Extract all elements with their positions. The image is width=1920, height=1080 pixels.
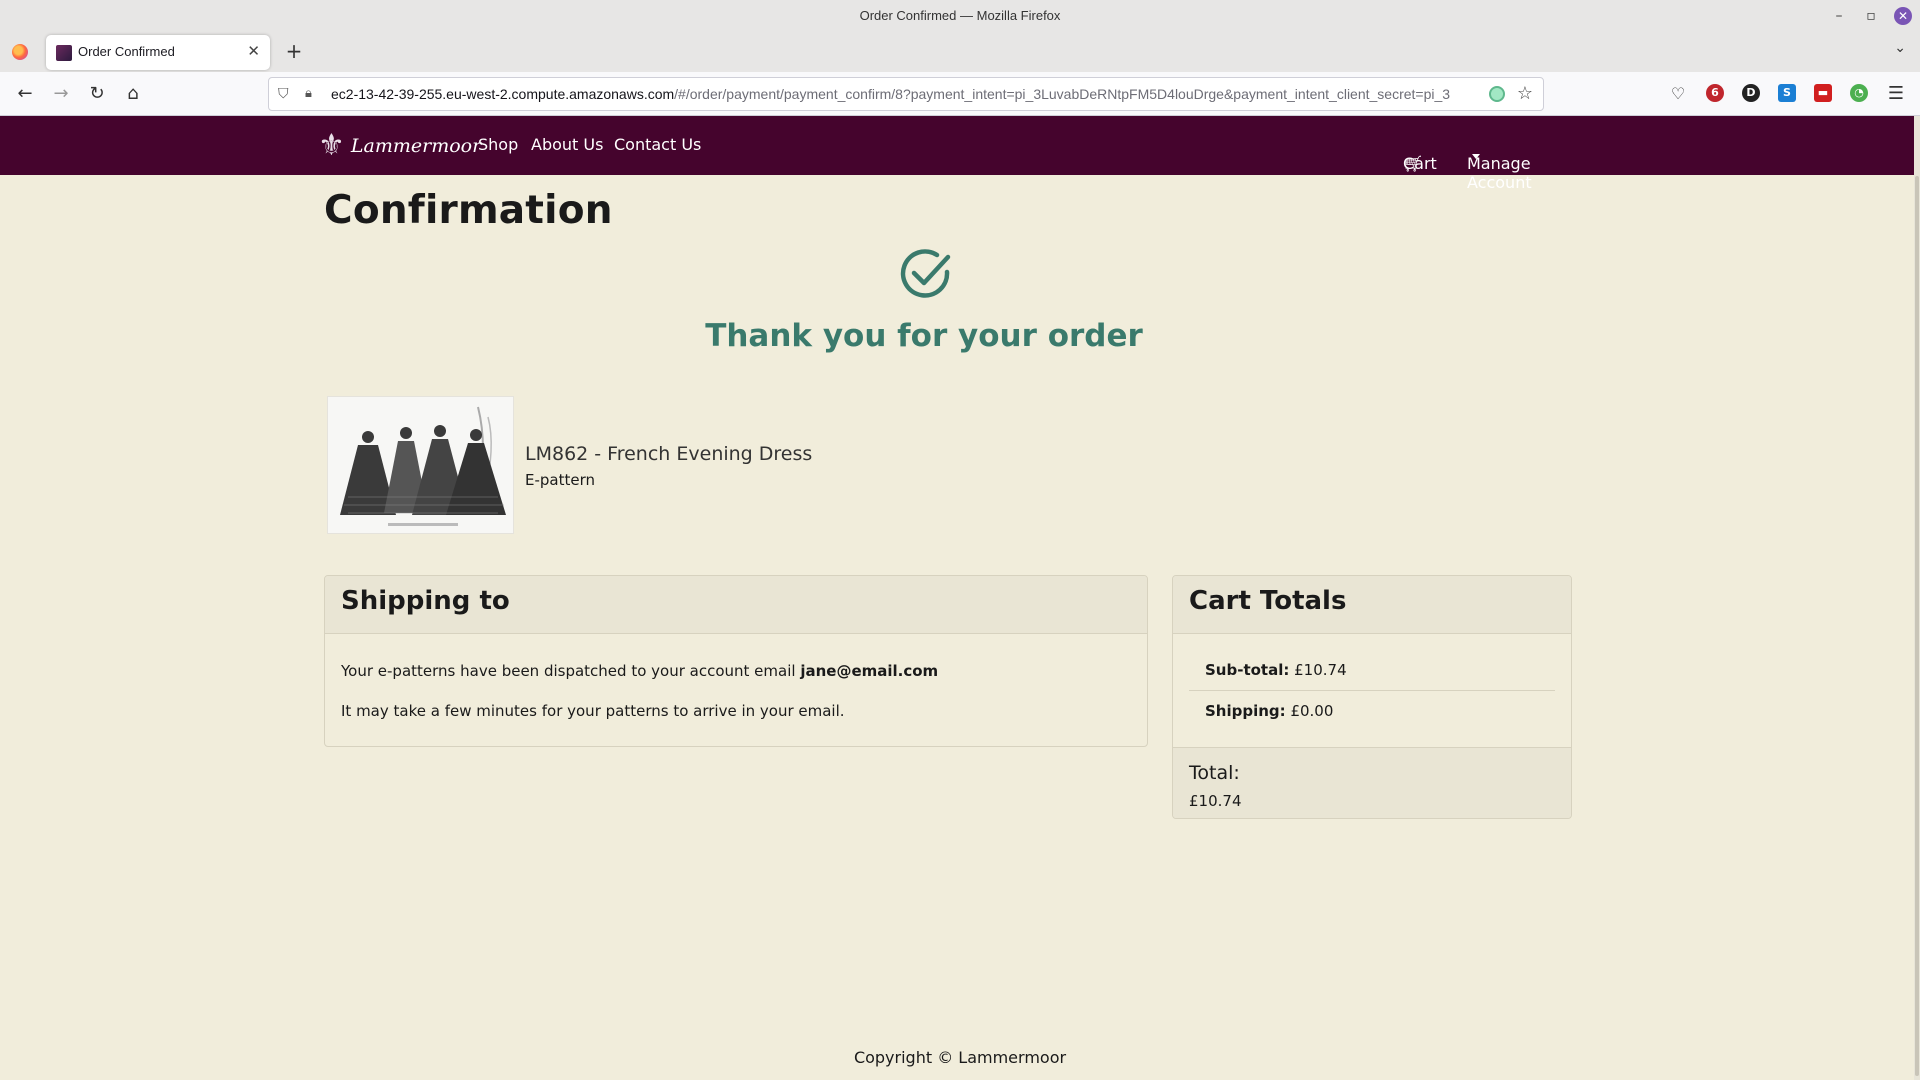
forward-arrow-icon[interactable]: →	[49, 82, 73, 106]
shipping-value: £0.00	[1290, 702, 1334, 720]
tab-order-confirmed[interactable]: Order Confirmed ✕	[46, 35, 270, 70]
check-circle-icon	[900, 249, 951, 298]
cart-totals-heading: Cart Totals	[1189, 586, 1347, 616]
dispatch-message: Your e-patterns have been dispatched to …	[341, 662, 939, 680]
home-icon[interactable]: ⌂	[121, 82, 145, 106]
hamburger-menu-icon[interactable]: ☰	[1884, 82, 1908, 106]
product-image	[327, 396, 514, 534]
site-favicon-icon	[56, 45, 72, 61]
close-window-icon[interactable]: ✕	[1894, 7, 1912, 25]
total-value: £10.74	[1189, 792, 1242, 810]
page-title: Confirmation	[324, 188, 613, 233]
page-scrollbar[interactable]	[1914, 116, 1920, 1080]
tab-label: Order Confirmed	[78, 44, 175, 59]
totals-divider	[1189, 690, 1555, 691]
total-footer: Total: £10.74	[1173, 747, 1571, 818]
shipping-card: Shipping to Your e-patterns have been di…	[324, 575, 1148, 747]
account-email: jane@email.com	[800, 662, 939, 680]
shipping-heading: Shipping to	[341, 586, 510, 616]
s-extension-icon[interactable]: S	[1778, 84, 1796, 102]
fleur-de-lis-icon: ⚜	[318, 128, 345, 163]
minimize-icon[interactable]: –	[1828, 6, 1850, 26]
maximize-icon[interactable]: ▫	[1860, 6, 1882, 26]
chevron-down-icon[interactable]: ⌄	[1894, 40, 1906, 56]
lock-icon[interactable]: 🔒︎	[305, 86, 312, 101]
browser-toolbar: ← → ↻ ⌂ ⛉ 🔒︎ ec2-13-42-39-255.eu-west-2.…	[0, 72, 1920, 116]
brand-name: Lammermoor	[350, 135, 482, 157]
cart-totals-card: Cart Totals Sub-total: £10.74 Shipping: …	[1172, 575, 1572, 819]
site-logo[interactable]: ⚜ Lammermoor	[318, 128, 481, 164]
cart-totals-header: Cart Totals	[1173, 576, 1571, 634]
darkreader-icon[interactable]: D	[1742, 84, 1760, 102]
shipping-card-header: Shipping to	[325, 576, 1147, 634]
new-tab-icon[interactable]: +	[282, 39, 306, 63]
reload-icon[interactable]: ↻	[85, 82, 109, 106]
nav-contact-link[interactable]: Contact Us	[614, 135, 701, 154]
site-header: ⚜ Lammermoor Shop About Us Contact Us 🛒︎…	[0, 116, 1920, 192]
nav-shop-link[interactable]: Shop	[478, 135, 518, 154]
thank-you-heading: Thank you for your order	[705, 318, 1143, 354]
green-extension-icon[interactable]: ◔	[1850, 84, 1868, 102]
nav-about-link[interactable]: About Us	[531, 135, 603, 154]
shield-icon[interactable]: ⛉	[278, 86, 289, 102]
caret-down-icon	[1472, 154, 1480, 159]
address-bar[interactable]: ⛉ 🔒︎ ec2-13-42-39-255.eu-west-2.compute.…	[268, 77, 1544, 111]
window-title: Order Confirmed — Mozilla Firefox	[859, 8, 1061, 23]
red-extension-icon[interactable]: ▬	[1814, 84, 1832, 102]
window-titlebar: Order Confirmed — Mozilla Firefox – ▫ ✕	[0, 0, 1920, 32]
scrollbar-thumb[interactable]	[1915, 176, 1919, 1076]
product-name[interactable]: LM862 - French Evening Dress	[525, 443, 812, 465]
footer-copyright: Copyright © Lammermoor	[853, 1048, 1067, 1067]
ublock-icon[interactable]: 6	[1706, 84, 1724, 102]
product-type: E-pattern	[525, 471, 596, 489]
subtotal-row: Sub-total: £10.74	[1205, 661, 1347, 679]
shipping-row: Shipping: £0.00	[1205, 702, 1334, 720]
pocket-icon[interactable]: ♡	[1666, 82, 1690, 106]
total-label: Total:	[1189, 762, 1240, 784]
arrival-message: It may take a few minutes for your patte…	[341, 702, 845, 720]
bookmark-star-icon[interactable]: ☆	[1517, 83, 1533, 104]
tab-close-icon[interactable]: ✕	[247, 42, 260, 60]
subtotal-value: £10.74	[1294, 661, 1347, 679]
firefox-logo-icon	[12, 44, 28, 60]
tab-bar: Order Confirmed ✕ + ⌄	[0, 32, 1920, 72]
back-arrow-icon[interactable]: ←	[13, 82, 37, 106]
extension-icon[interactable]	[1489, 86, 1505, 102]
url-text[interactable]: ec2-13-42-39-255.eu-west-2.compute.amazo…	[331, 86, 1451, 102]
